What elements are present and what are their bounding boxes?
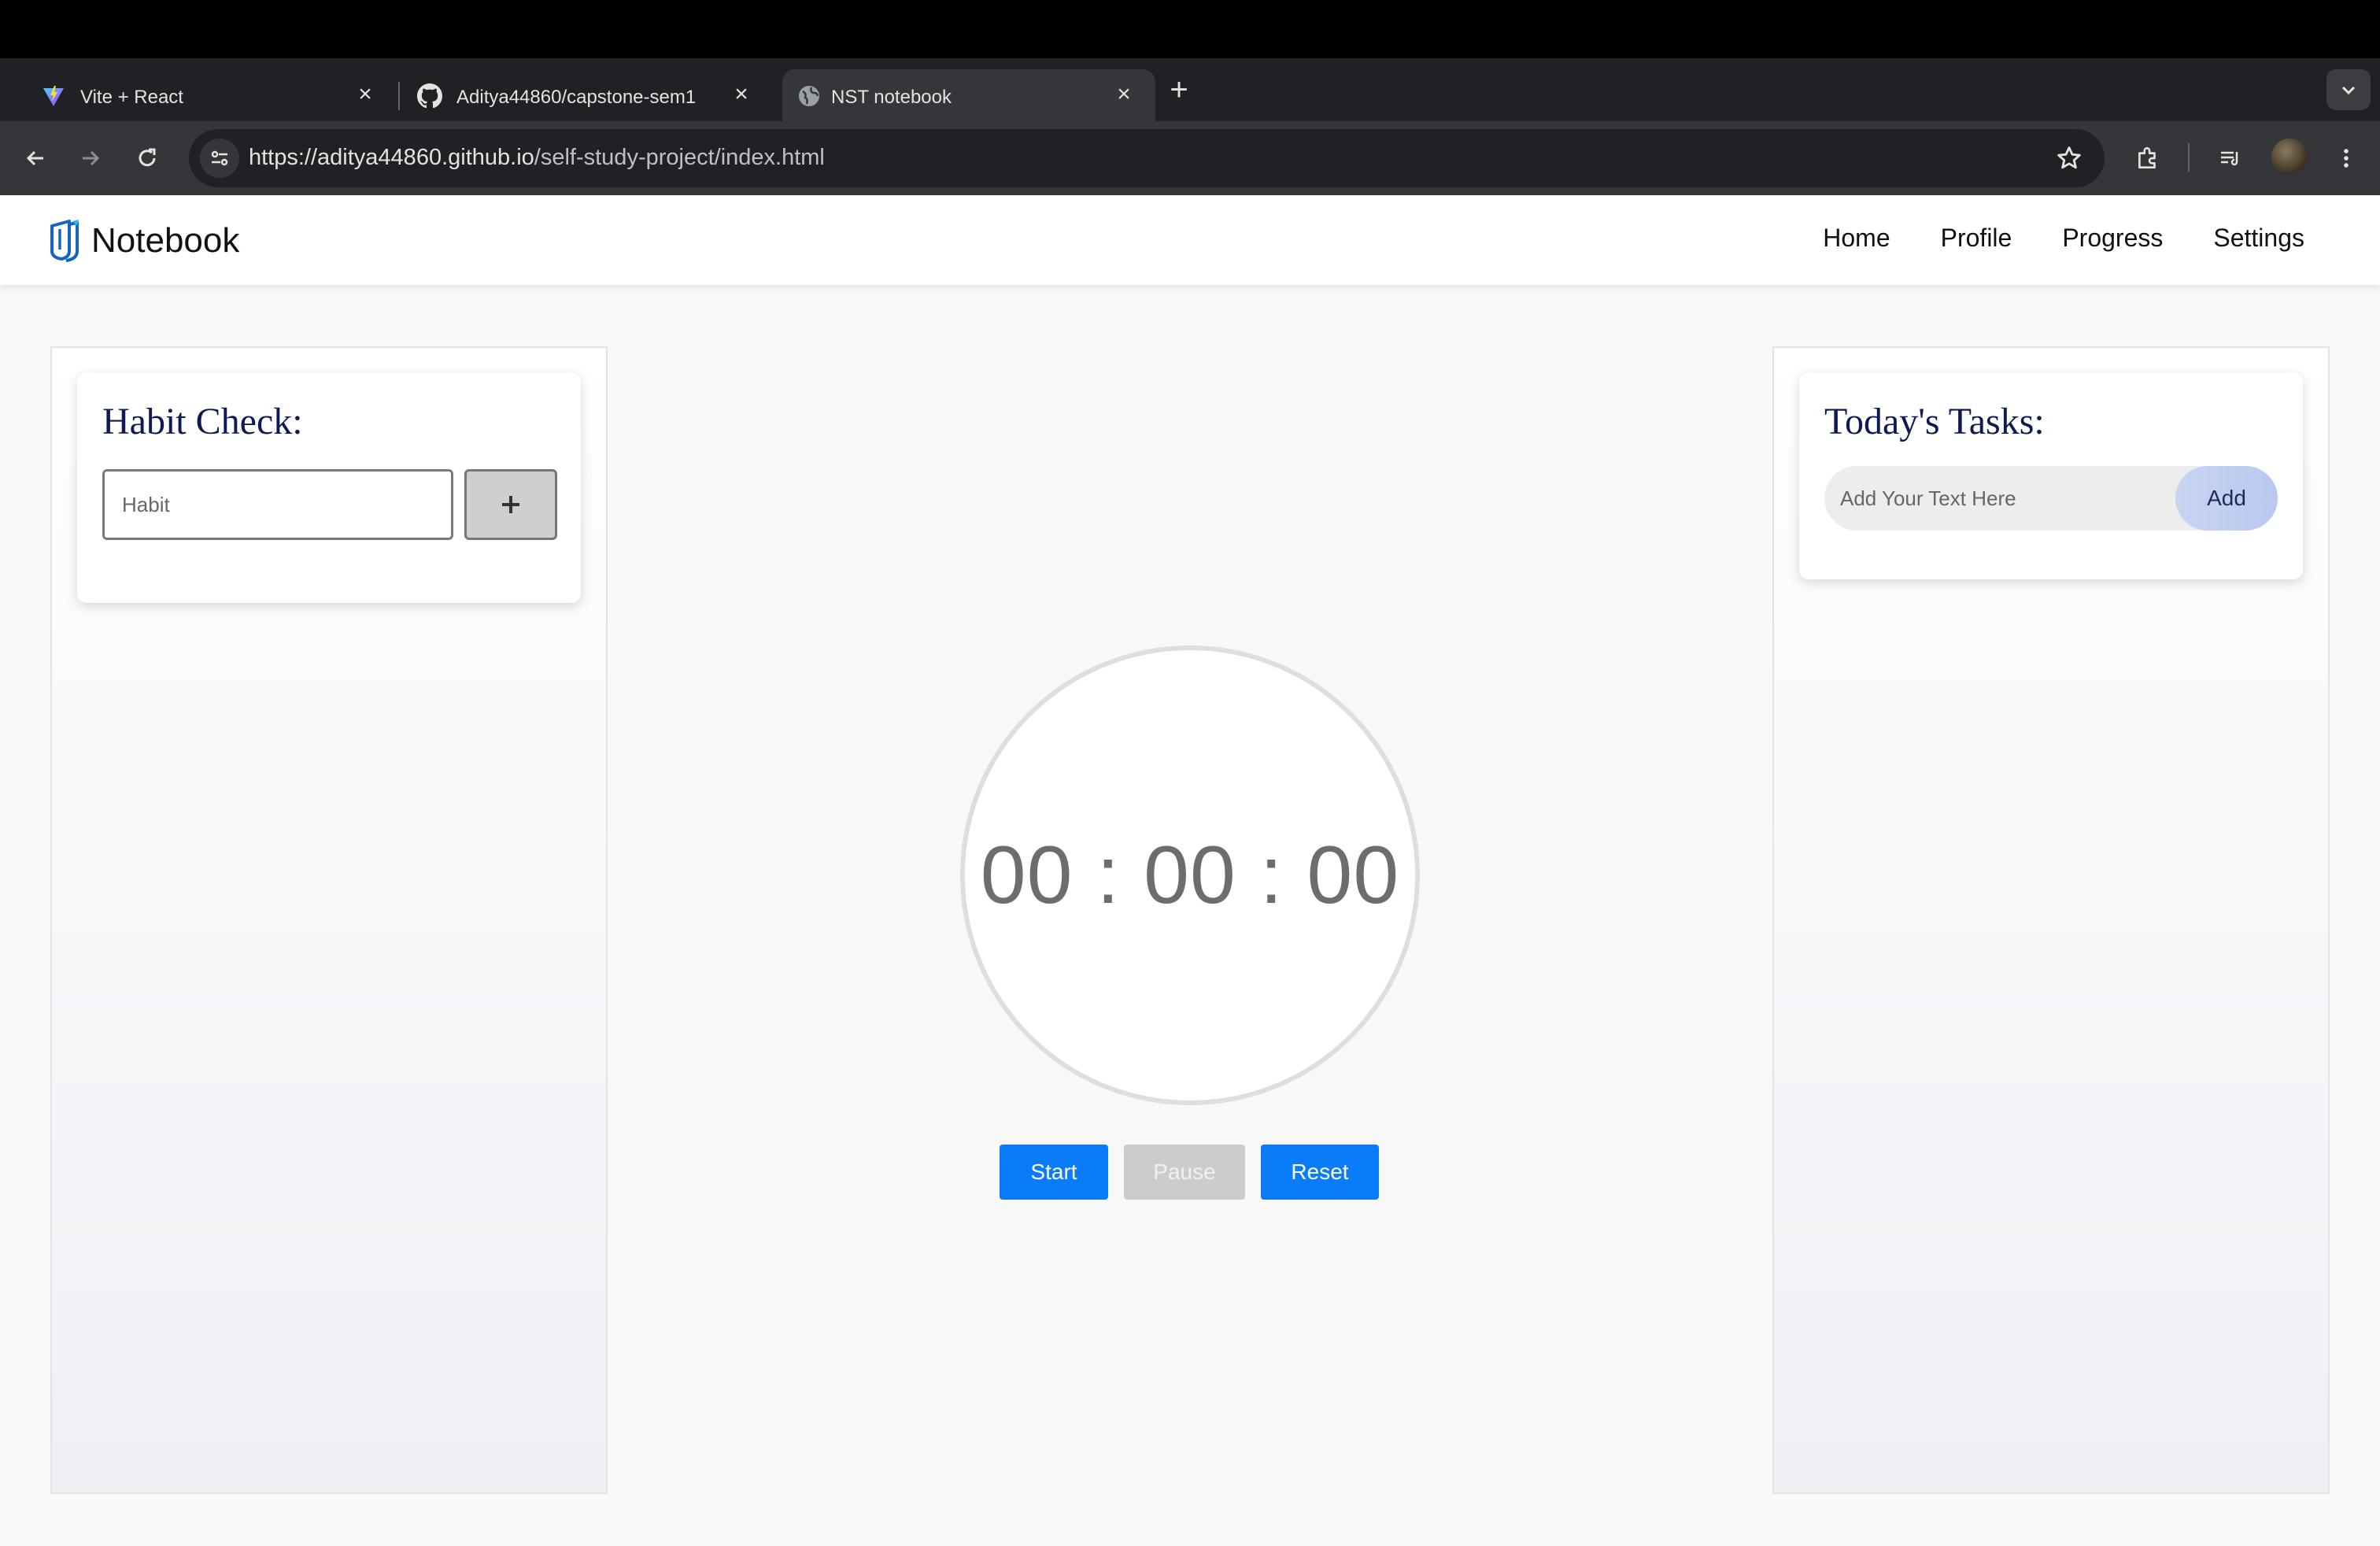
timer-circle: 00 : 00 : 00 — [960, 645, 1420, 1105]
url-text[interactable]: https://aditya44860.github.io/self-study… — [249, 145, 825, 171]
tab-nst-notebook[interactable]: NST notebook × — [782, 69, 1155, 121]
reload-icon[interactable] — [128, 139, 167, 178]
tasks-card: Today's Tasks: Add — [1799, 373, 2303, 579]
tab-github-capstone[interactable]: Aditya44860/capstone-sem1 × — [376, 69, 774, 121]
forward-arrow-icon[interactable] — [71, 139, 110, 178]
habit-panel: Habit Check: — [50, 346, 608, 1494]
habit-card: Habit Check: — [77, 373, 581, 603]
close-icon[interactable]: × — [729, 81, 754, 107]
github-icon — [417, 83, 442, 109]
close-icon[interactable]: × — [353, 81, 378, 107]
brand[interactable]: Notebook — [49, 219, 239, 263]
menu-kebab-icon[interactable] — [2326, 139, 2366, 178]
profile-avatar[interactable] — [2271, 139, 2308, 175]
close-icon[interactable]: × — [1111, 81, 1136, 107]
browser-toolbar: https://aditya44860.github.io/self-study… — [0, 121, 2380, 195]
nav-link-progress[interactable]: Progress — [2062, 224, 2163, 253]
pause-button[interactable]: Pause — [1124, 1145, 1245, 1200]
tasks-panel: Today's Tasks: Add — [1772, 346, 2330, 1494]
tab-vite-react[interactable]: Vite + React × — [0, 69, 398, 121]
tasks-title: Today's Tasks: — [1824, 401, 2045, 442]
toolbar-divider — [2188, 143, 2190, 172]
nav-links: Home Profile Progress Settings — [1772, 224, 2304, 253]
tab-search-chevron-icon[interactable] — [2326, 69, 2371, 110]
task-input[interactable] — [1840, 466, 2163, 531]
vite-icon — [41, 83, 66, 109]
globe-icon — [796, 83, 822, 109]
reset-button[interactable]: Reset — [1261, 1145, 1379, 1200]
habit-title: Habit Check: — [102, 401, 303, 442]
site-navbar: Notebook Home Profile Progress Settings — [0, 195, 2380, 285]
task-input-group: Add — [1824, 466, 2278, 531]
habit-input[interactable] — [102, 469, 453, 540]
tab-title: Vite + React — [80, 87, 183, 108]
tab-title: Aditya44860/capstone-sem1 — [456, 87, 697, 108]
notebook-logo-icon — [50, 220, 79, 262]
nav-link-profile[interactable]: Profile — [1941, 224, 2012, 253]
add-task-button[interactable]: Add — [2175, 466, 2278, 531]
url-host: https://aditya44860.github.io — [249, 145, 534, 170]
site-info-icon[interactable] — [200, 139, 239, 178]
page-content: Notebook Home Profile Progress Settings … — [0, 195, 2380, 1546]
bookmark-star-icon[interactable] — [2054, 143, 2084, 173]
add-habit-button[interactable] — [464, 469, 557, 540]
reading-list-icon[interactable] — [2210, 139, 2249, 178]
timer-display: 00 : 00 : 00 — [980, 829, 1400, 921]
back-arrow-icon[interactable] — [16, 139, 55, 178]
tab-title: NST notebook — [831, 87, 952, 108]
extensions-puzzle-icon[interactable] — [2128, 139, 2168, 178]
new-tab-icon[interactable]: + — [1163, 72, 1195, 107]
nav-link-home[interactable]: Home — [1823, 224, 1890, 253]
url-path: /self-study-project/index.html — [534, 145, 825, 170]
address-bar[interactable]: https://aditya44860.github.io/self-study… — [189, 129, 2105, 187]
window-top-bar — [0, 0, 2380, 58]
plus-icon — [502, 496, 519, 513]
brand-name: Notebook — [91, 221, 240, 260]
start-button[interactable]: Start — [1000, 1145, 1108, 1200]
nav-link-settings[interactable]: Settings — [2213, 224, 2304, 253]
